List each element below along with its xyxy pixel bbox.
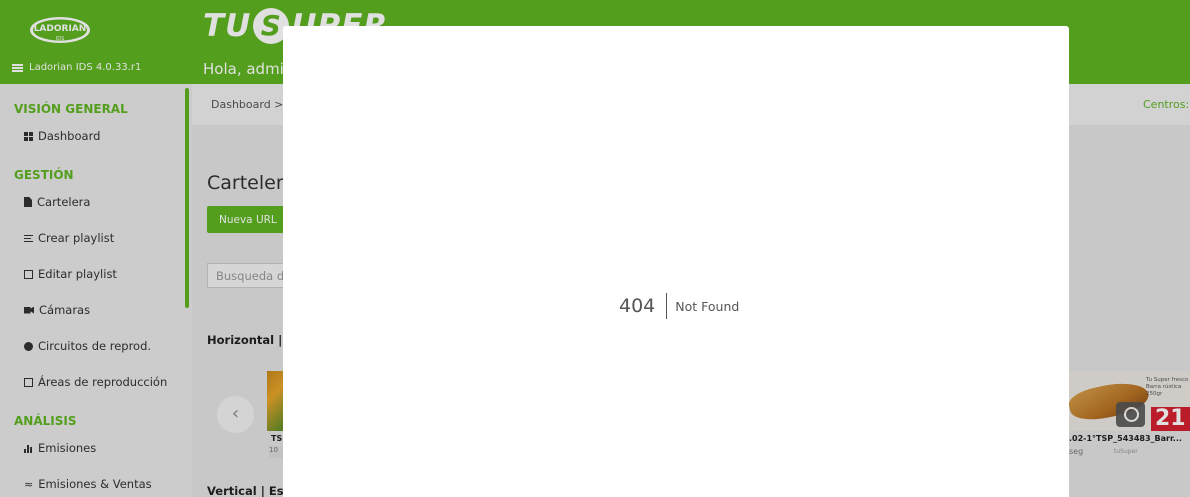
error-modal: 404 Not Found <box>283 26 1069 497</box>
error-message: 404 Not Found <box>619 293 739 319</box>
error-text: Not Found <box>675 298 740 314</box>
error-code: 404 <box>619 295 656 317</box>
